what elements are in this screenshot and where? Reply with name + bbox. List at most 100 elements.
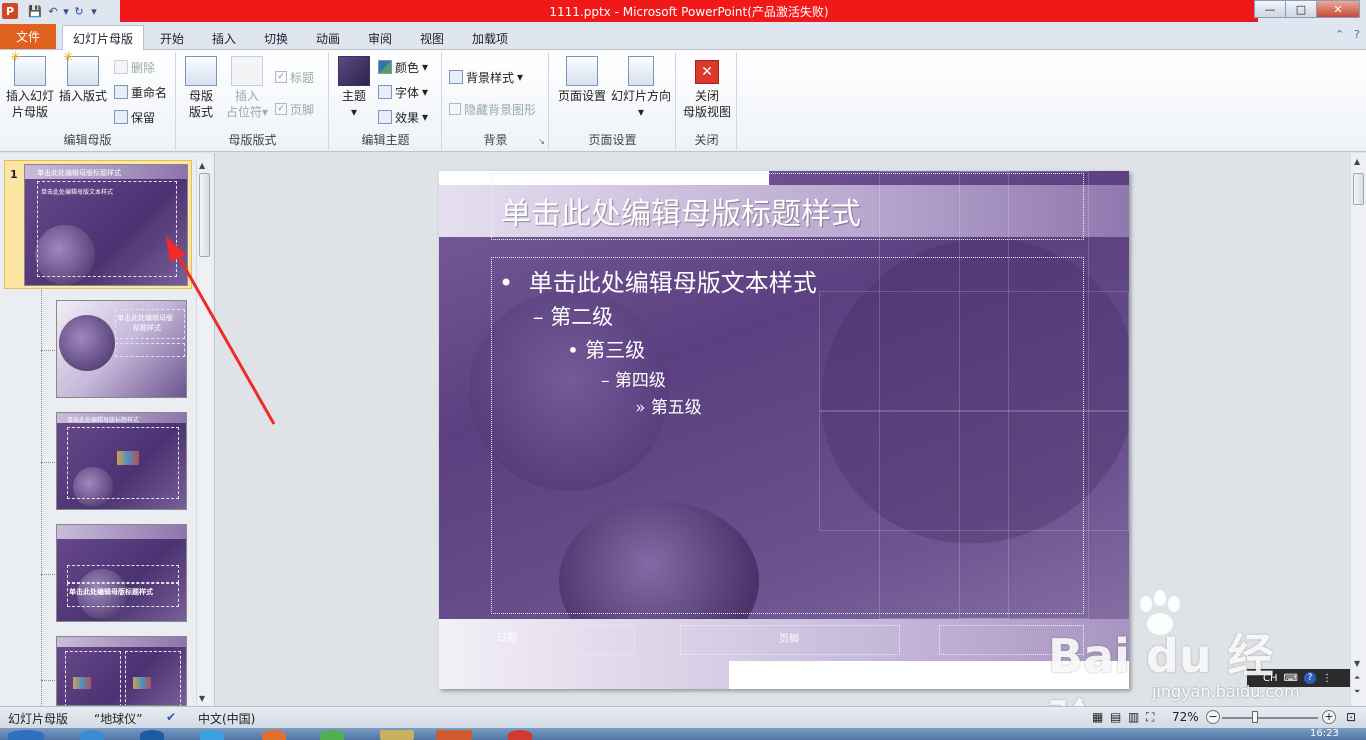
zoom-slider[interactable]: [1222, 717, 1318, 719]
taskbar-app-icon[interactable]: [320, 730, 344, 740]
tab-animations[interactable]: 动画: [306, 26, 350, 50]
effects-label: 效果: [395, 110, 420, 125]
hide-background-checkbox[interactable]: 隐藏背景图形: [449, 100, 536, 118]
level2-bullet: –: [533, 305, 544, 329]
slide-orientation-icon: [628, 56, 654, 86]
main-scroll-thumb[interactable]: [1353, 173, 1364, 205]
master-layout-button[interactable]: 母版 版式: [183, 56, 219, 120]
dialog-launcher-icon[interactable]: ↘: [538, 137, 545, 146]
main-scrollbar[interactable]: ▲ ▼ ⏶ ⏷: [1350, 153, 1366, 706]
scroll-down-icon[interactable]: ▼: [199, 694, 205, 703]
fonts-label: 字体: [395, 85, 420, 100]
insert-placeholder-button[interactable]: 插入 占位符▾: [225, 56, 269, 120]
tab-file[interactable]: 文件: [0, 24, 56, 49]
spellcheck-icon[interactable]: ✔: [166, 710, 176, 724]
fit-slide-icon[interactable]: ⊡: [1346, 710, 1356, 724]
themes-button[interactable]: 主题 ▾: [336, 56, 372, 120]
undo-icon[interactable]: ↶: [44, 2, 62, 20]
thumbnail-master[interactable]: 单击此处编辑母版标题样式 单击此处编辑母版文本样式: [24, 164, 188, 286]
next-slide-icon[interactable]: ⏷: [1354, 687, 1360, 697]
tab-right-icons: ⌃ ?: [1335, 28, 1360, 41]
background-styles-button[interactable]: 背景样式 ▾: [449, 68, 523, 86]
taskbar-app-icon[interactable]: [508, 730, 532, 740]
powerpoint-app-icon[interactable]: P: [2, 3, 18, 19]
zoom-slider-knob[interactable]: [1252, 711, 1258, 723]
insert-layout-button[interactable]: 插入版式: [58, 50, 108, 104]
close-button[interactable]: ✕: [1316, 0, 1360, 18]
redo-icon[interactable]: ↻: [70, 2, 88, 20]
customize-qat-icon[interactable]: ▾: [88, 2, 100, 20]
title-checkbox-label: 标题: [290, 70, 315, 85]
rename-button[interactable]: 重命名: [114, 83, 167, 101]
tab-transitions[interactable]: 切换: [254, 26, 298, 50]
windows-taskbar: 16:23: [0, 728, 1366, 740]
tree-branch: [41, 350, 55, 351]
slideshow-icon[interactable]: ⛶: [1146, 710, 1154, 725]
normal-view-icon[interactable]: ▦: [1092, 710, 1103, 724]
taskbar-ie-icon[interactable]: [80, 730, 104, 740]
delete-button[interactable]: 删除: [114, 58, 155, 76]
thumbnail-layout-title[interactable]: 单击此处编辑母版 标题样式: [56, 300, 187, 398]
thumbnail-layout-content[interactable]: 单击此处编辑母版标题样式: [56, 412, 187, 510]
insert-slide-master-button[interactable]: 插入幻灯 片母版: [4, 50, 56, 120]
taskbar-app-icon[interactable]: [262, 730, 286, 740]
taskbar-explorer-icon[interactable]: [380, 730, 414, 740]
date-placeholder-text: 日期: [497, 633, 517, 644]
thumbnails-scrollbar[interactable]: ▲ ▼: [196, 159, 211, 705]
ime-help-icon[interactable]: ?: [1303, 672, 1316, 684]
rename-label: 重命名: [131, 85, 168, 100]
slide-master-canvas[interactable]: 单击此处编辑母版标题样式 • 单击此处编辑母版文本样式 – 第二级 • 第三级 …: [439, 171, 1129, 689]
title-checkbox[interactable]: ✓ 标题: [275, 68, 314, 86]
insert-layout-icon: [63, 50, 99, 86]
ime-menu-icon[interactable]: ⋮: [1322, 673, 1332, 684]
taskbar-powerpoint-icon[interactable]: [436, 730, 472, 740]
tab-home[interactable]: 开始: [150, 26, 194, 50]
status-language[interactable]: 中文(中国): [198, 710, 255, 727]
save-icon[interactable]: 💾: [26, 2, 44, 20]
taskbar-app-icon[interactable]: [200, 730, 224, 740]
slide-sorter-icon[interactable]: ▤: [1110, 710, 1121, 724]
help-icon[interactable]: ?: [1354, 28, 1360, 41]
slide-bottom-white: [729, 661, 1129, 689]
colors-button[interactable]: 颜色 ▾: [378, 58, 428, 76]
undo-dropdown-icon[interactable]: ▾: [62, 2, 70, 20]
zoom-out-button[interactable]: −: [1206, 710, 1220, 724]
thumbnail-body: 单击此处编辑母版文本样式: [41, 189, 114, 196]
collapse-ribbon-icon[interactable]: ⌃: [1335, 28, 1344, 41]
reading-view-icon[interactable]: ▥: [1128, 710, 1139, 724]
tab-view[interactable]: 视图: [410, 26, 454, 50]
footer-checkbox[interactable]: ✓ 页脚: [275, 100, 314, 118]
tab-review[interactable]: 审阅: [358, 26, 402, 50]
zoom-in-button[interactable]: +: [1322, 710, 1336, 724]
thumbnail-layout-two-content[interactable]: [56, 636, 187, 706]
close-master-view-button[interactable]: ✕ 关闭 母版视图: [681, 56, 733, 120]
previous-slide-icon[interactable]: ⏶: [1354, 673, 1360, 683]
zoom-level[interactable]: 72%: [1172, 710, 1199, 724]
page-setup-button[interactable]: 页面设置: [554, 56, 610, 104]
slide-orientation-button[interactable]: 幻灯片方向 ▾: [610, 56, 672, 120]
fonts-button[interactable]: 字体 ▾: [378, 83, 428, 101]
main-scroll-down-icon[interactable]: ▼: [1354, 659, 1360, 668]
taskbar-app-icon[interactable]: [140, 730, 164, 740]
start-button-icon[interactable]: [8, 730, 44, 740]
title-checkbox-box: ✓: [275, 71, 287, 83]
themes-icon: [338, 56, 370, 86]
preserve-button[interactable]: 保留: [114, 108, 155, 126]
scroll-up-icon[interactable]: ▲: [199, 161, 205, 170]
ime-toolbar[interactable]: CH ⌨ ? ⋮: [1247, 669, 1350, 687]
level1-bullet: •: [499, 269, 514, 297]
thumbnails-scroll-thumb[interactable]: [199, 173, 210, 257]
tab-insert[interactable]: 插入: [202, 26, 246, 50]
main-scroll-up-icon[interactable]: ▲: [1354, 157, 1360, 166]
keyboard-icon[interactable]: ⌨: [1284, 673, 1298, 684]
thumbnail-layout-section[interactable]: 单击此处编辑母版标题样式: [56, 524, 187, 622]
tab-addins[interactable]: 加载项: [462, 26, 518, 50]
maximize-button[interactable]: □: [1285, 0, 1317, 18]
close-master-label-1: 关闭: [694, 89, 719, 103]
tree-branch: [41, 462, 55, 463]
tab-slide-master[interactable]: 幻灯片母版: [62, 25, 145, 50]
effects-button[interactable]: 效果 ▾: [378, 108, 428, 126]
minimize-button[interactable]: —: [1254, 0, 1286, 18]
slide-number-placeholder[interactable]: [939, 625, 1084, 655]
ime-language-label: CH: [1263, 672, 1278, 684]
